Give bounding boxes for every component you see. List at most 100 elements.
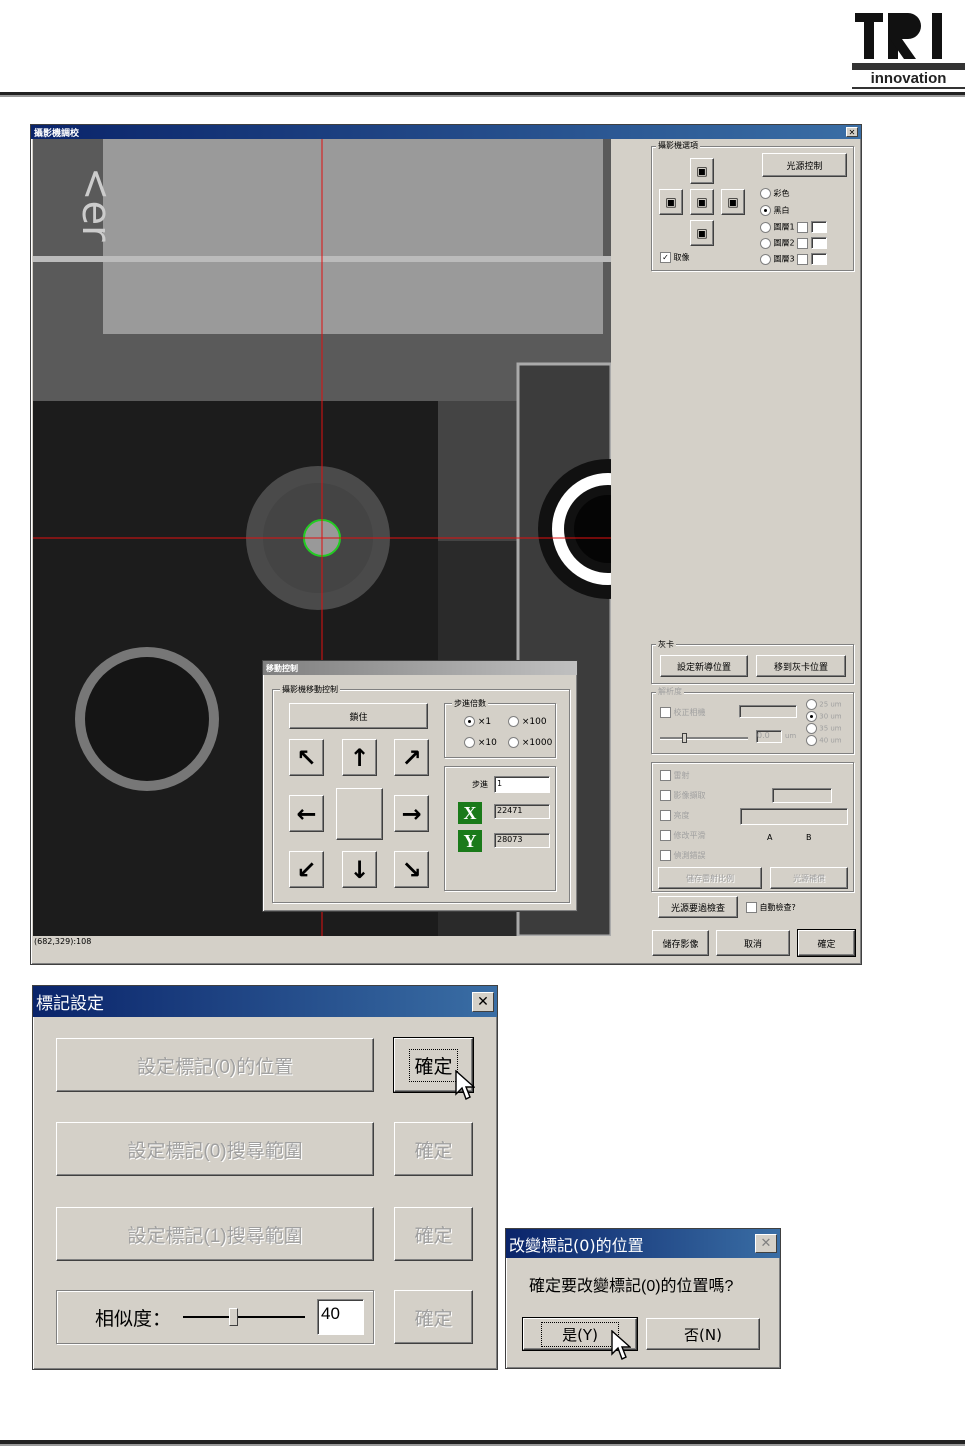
similarity-slider[interactable] [183, 1306, 305, 1328]
calibrate-camera-checkbox[interactable]: 校正相機 [660, 707, 706, 718]
camera-select-top[interactable]: ▣ [690, 158, 714, 184]
similarity-value: 40 [321, 1304, 340, 1323]
arrow-up-icon: ↑ [349, 743, 370, 772]
move-up-button[interactable]: ↑ [342, 739, 377, 776]
mode-label: 黑白 [773, 206, 790, 215]
arrow-left-icon: ← [296, 799, 317, 828]
move-title: 移動控制 [266, 663, 298, 673]
mode-radio-layer1[interactable]: 圖層1 [760, 221, 827, 233]
error-checkbox[interactable]: 偵測錯誤 [660, 850, 706, 861]
camera-select-left[interactable]: ▣ [659, 189, 683, 215]
overlay-checkbox[interactable]: ✓ 取像 [660, 252, 690, 263]
mode-radio-layer2[interactable]: 圖層2 [760, 237, 827, 249]
step-x100-radio[interactable]: ×100 [508, 716, 547, 727]
res-option-40[interactable]: 40 um [806, 735, 842, 746]
capture-checkbox[interactable]: 影像擷取 [660, 790, 706, 801]
camera-select-center[interactable]: ▣ [690, 189, 714, 215]
laser-value-field[interactable] [772, 788, 832, 803]
gray-card-title: 灰卡 [656, 639, 676, 650]
move-titlebar: 移動控制 [263, 661, 577, 675]
cancel-button[interactable]: 取消 [716, 930, 790, 956]
mode-radio-color[interactable]: 彩色 [760, 188, 790, 199]
confirm-titlebar: 改變標記(0)的位置 ✕ [506, 1229, 780, 1258]
mode-radio-bw[interactable]: 黑白 [760, 205, 790, 216]
x-axis-badge: X [458, 802, 482, 824]
ok-button[interactable]: 確定 [797, 929, 856, 957]
set-mark0-search-button[interactable]: 設定標記(0)搜尋範圍 [56, 1122, 374, 1176]
smooth-checkbox[interactable]: 修改平滑 [660, 830, 706, 841]
no-button[interactable]: 否(N) [646, 1318, 760, 1350]
camera-select-bottom[interactable]: ▣ [690, 220, 714, 246]
arrow-up-right-icon: ↗ [401, 743, 422, 772]
save-laser-ratio-button[interactable]: 儲存雷射比例 [658, 867, 762, 889]
brightness-field[interactable] [740, 808, 848, 825]
set-gray-position-button[interactable]: 設定新導位置 [660, 655, 748, 677]
check-label: 影像擷取 [673, 791, 706, 800]
step-x10-radio[interactable]: ×10 [464, 737, 497, 748]
label-b: B [806, 833, 812, 842]
check-label: 亮度 [673, 811, 690, 820]
close-icon[interactable]: ✕ [472, 991, 494, 1012]
move-up-right-button[interactable]: ↗ [394, 739, 429, 776]
close-icon[interactable]: ✕ [755, 1234, 777, 1253]
move-group-title: 攝影機移動控制 [280, 684, 340, 695]
light-check-button[interactable]: 光源要過檢查 [658, 896, 738, 918]
laser-checkbox[interactable]: 雷射 [660, 770, 690, 781]
auto-check-checkbox[interactable]: 自動檢查? [746, 902, 796, 913]
step-multiplier-group [444, 703, 556, 758]
move-down-left-button[interactable]: ↙ [289, 851, 324, 888]
step-group-title: 步進倍數 [452, 698, 488, 709]
camera-select-right[interactable]: ▣ [721, 189, 745, 215]
calib-titlebar: 攝影機調校 ✕ [31, 125, 861, 139]
move-down-button[interactable]: ↓ [342, 851, 377, 888]
step-option-label: ×100 [521, 717, 547, 727]
mark-title: 標記設定 [36, 994, 104, 1014]
resolution-slider[interactable] [660, 733, 748, 743]
step-x1000-radio[interactable]: ×1000 [508, 737, 552, 748]
mode-radio-layer3[interactable]: 圖層3 [760, 253, 827, 265]
set-mark0-position-button[interactable]: 設定標記(0)的位置 [56, 1038, 374, 1092]
lock-button[interactable]: 鎖住 [289, 703, 428, 729]
resolution-value: 0.0 [757, 731, 770, 740]
res-option-30[interactable]: 30 um [806, 711, 842, 722]
light-compensation-button[interactable]: 光源補償 [770, 867, 848, 889]
move-center-button[interactable] [336, 788, 383, 840]
check-label: 偵測錯誤 [673, 851, 706, 860]
brightness-checkbox[interactable]: 亮度 [660, 810, 690, 821]
check-label: 雷射 [673, 771, 690, 780]
res-option-25[interactable]: 25 um [806, 699, 842, 710]
move-right-button[interactable]: → [394, 795, 429, 832]
y-axis-badge: Y [458, 830, 482, 852]
step-x1-radio[interactable]: ×1 [464, 716, 491, 727]
confirm-title: 改變標記(0)的位置 [509, 1235, 644, 1255]
set-mark1-search-button[interactable]: 設定標記(1)搜尋範圍 [56, 1207, 374, 1261]
save-image-button[interactable]: 儲存影像 [652, 930, 709, 956]
calib-title: 攝影機調校 [34, 128, 80, 139]
resolution-combo[interactable] [739, 705, 797, 718]
y-value: 28073 [497, 835, 523, 844]
similarity-input[interactable]: 40 [317, 1299, 364, 1335]
check-label: 修改平滑 [673, 831, 706, 840]
mode-label: 圖層2 [773, 238, 795, 248]
move-left-button[interactable]: ← [289, 795, 324, 832]
y-value-field: 28073 [494, 833, 550, 848]
move-to-gray-button[interactable]: 移到灰卡位置 [756, 655, 846, 677]
close-icon[interactable]: ✕ [846, 127, 858, 137]
confirm-mark0-search-button[interactable]: 確定 [394, 1122, 473, 1176]
x-value-field: 22471 [494, 804, 550, 819]
move-down-right-button[interactable]: ↘ [394, 851, 429, 888]
move-up-left-button[interactable]: ↖ [289, 739, 324, 776]
res-option-35[interactable]: 35 um [806, 723, 842, 734]
res-option-label: 30 um [819, 712, 842, 721]
arrow-right-icon: → [401, 799, 422, 828]
confirm-similarity-button[interactable]: 確定 [394, 1290, 473, 1344]
resolution-title: 解析度 [656, 686, 684, 697]
light-control-button[interactable]: 光源控制 [762, 153, 847, 177]
confirm-mark1-search-button[interactable]: 確定 [394, 1207, 473, 1261]
footer-rule [0, 1440, 965, 1446]
resolution-value-field[interactable]: 0.0 [756, 730, 782, 743]
step-value: 1 [497, 779, 503, 788]
overlay-label: 取像 [673, 253, 690, 262]
svg-text:<er: <er [73, 167, 119, 242]
step-input[interactable]: 1 [494, 776, 550, 793]
